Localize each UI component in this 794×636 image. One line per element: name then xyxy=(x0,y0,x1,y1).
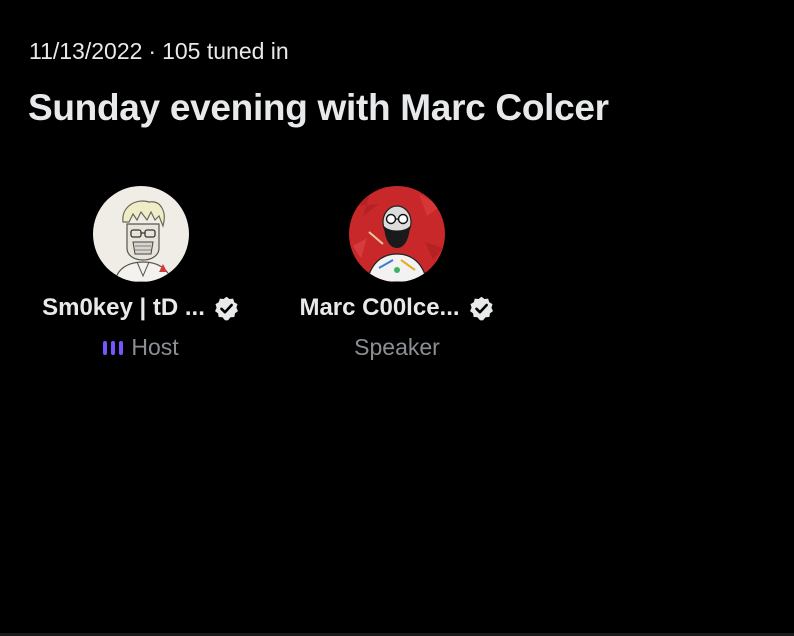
participant-name[interactable]: Sm0key | tD ... xyxy=(42,294,205,322)
space-title: Sunday evening with Marc Colcer xyxy=(28,87,609,128)
verified-badge-icon xyxy=(469,296,493,320)
audio-bars-icon xyxy=(103,340,124,355)
participant-role: Speaker xyxy=(354,334,440,360)
participant-name-row: Marc C00lce... xyxy=(282,294,512,322)
space-recording-card: 11/13/2022 · 105 tuned in Sunday evening w… xyxy=(0,0,794,636)
participant-role-row: Speaker xyxy=(282,334,512,361)
avatar-illustration-icon xyxy=(93,186,189,282)
avatar[interactable] xyxy=(93,186,189,282)
participant-role: Host xyxy=(131,334,179,360)
verified-badge-icon xyxy=(214,296,238,320)
avatar[interactable] xyxy=(349,186,445,282)
space-meta: 11/13/2022 · 105 tuned in xyxy=(29,38,289,65)
meta-separator: · xyxy=(148,38,157,64)
participant-name-row: Sm0key | tD ... xyxy=(26,294,256,322)
participant-name[interactable]: Marc C00lce... xyxy=(299,294,459,322)
space-date: 11/13/2022 xyxy=(29,38,143,64)
participant-speaker[interactable]: Marc C00lce... Speaker xyxy=(282,186,512,361)
participant-host[interactable]: Sm0key | tD ... Host xyxy=(26,186,256,361)
avatar-illustration-icon xyxy=(349,186,445,282)
participant-role-row: Host xyxy=(26,334,256,361)
tuned-in-count: 105 tuned in xyxy=(162,38,289,64)
